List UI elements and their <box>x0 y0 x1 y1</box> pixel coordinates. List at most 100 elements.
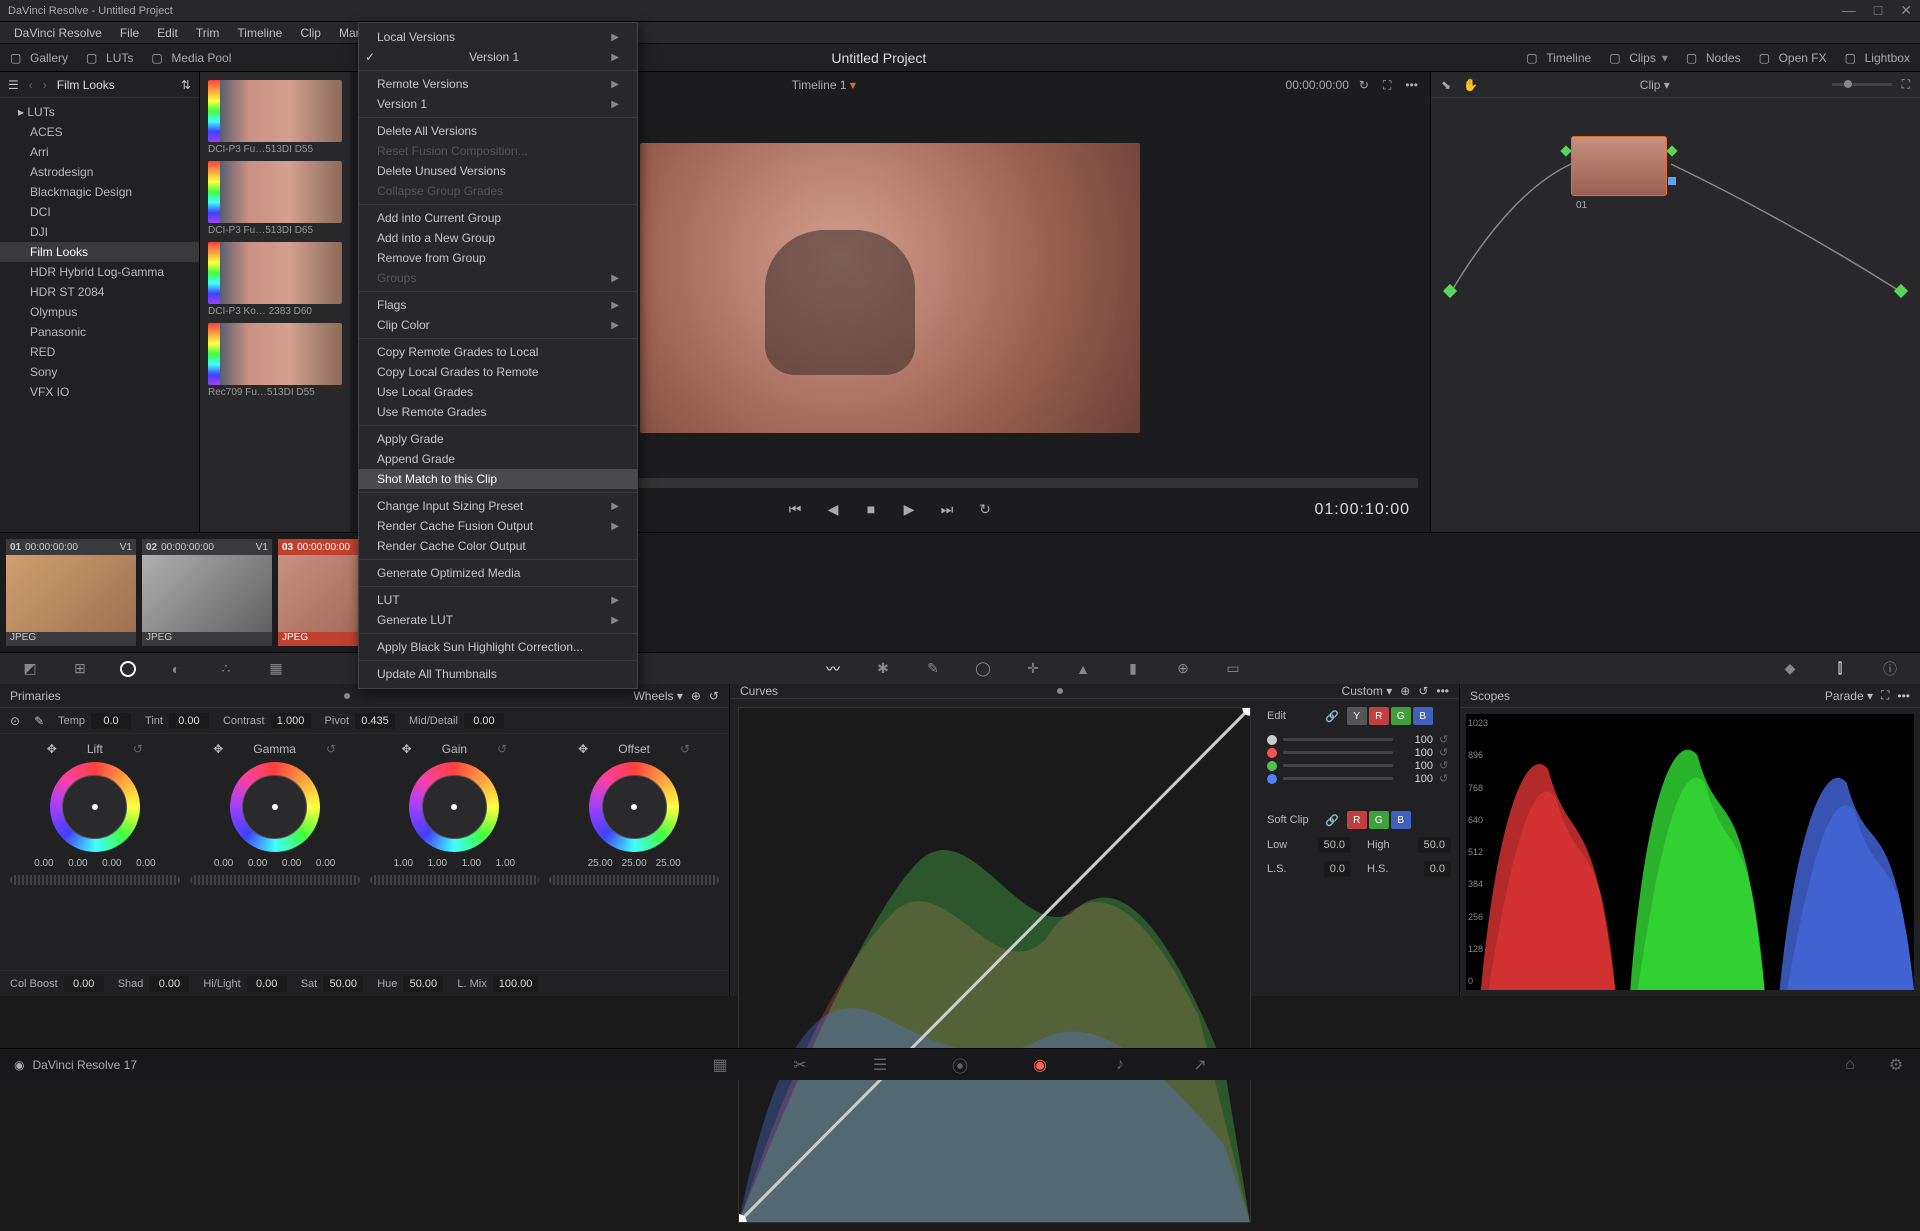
blur-icon[interactable]: ▮ <box>1123 659 1143 679</box>
play-icon[interactable]: ▶ <box>900 501 918 519</box>
ctx-append-grade[interactable]: Append Grade <box>359 449 637 469</box>
clips-button[interactable]: ▢Clips▾ <box>1609 51 1668 65</box>
close-icon[interactable]: ✕ <box>1900 2 1912 19</box>
sc-channel-r[interactable]: R <box>1347 811 1367 829</box>
ctx-use-local-grades[interactable]: Use Local Grades <box>359 382 637 402</box>
intensity-slider[interactable]: 100↺ <box>1267 733 1451 746</box>
channel-b[interactable]: B <box>1413 707 1433 725</box>
ctx-version-1[interactable]: Version 1▶ <box>359 94 637 114</box>
menu-trim[interactable]: Trim <box>188 24 228 42</box>
ctx-remove-from-group[interactable]: Remove from Group <box>359 248 637 268</box>
picker-icon[interactable]: ✥ <box>402 742 412 756</box>
lut-folder[interactable]: Olympus <box>0 302 199 322</box>
color-wheel[interactable] <box>589 762 679 852</box>
ctx-apply-grade[interactable]: Apply Grade <box>359 429 637 449</box>
luts-button[interactable]: ▢LUTs <box>86 51 133 65</box>
color-match-icon[interactable]: ⊞ <box>70 659 90 679</box>
jog-wheel[interactable] <box>10 875 180 885</box>
lut-folder[interactable]: VFX IO <box>0 382 199 402</box>
ctx-shot-match-to-this-clip[interactable]: Shot Match to this Clip <box>359 469 637 489</box>
channel-y[interactable]: Y <box>1347 707 1367 725</box>
lut-folder[interactable]: DCI <box>0 202 199 222</box>
color-wheel[interactable] <box>50 762 140 852</box>
expand-icon[interactable]: ⊕ <box>691 689 701 703</box>
timeline-button[interactable]: ▢Timeline <box>1526 51 1591 65</box>
color-wheel[interactable] <box>230 762 320 852</box>
ctx-delete-unused-versions[interactable]: Delete Unused Versions <box>359 161 637 181</box>
home-icon[interactable]: ⌂ <box>1840 1055 1860 1075</box>
field-contrast[interactable]: Contrast1.000 <box>223 713 311 729</box>
field-pivot[interactable]: Pivot0.435 <box>325 713 395 729</box>
timecode-large[interactable]: 01:00:10:00 <box>1314 501 1410 519</box>
channel-g[interactable]: G <box>1391 707 1411 725</box>
intensity-slider[interactable]: 100↺ <box>1267 772 1451 785</box>
scopes-mode[interactable]: Parade ▾ <box>1825 689 1873 703</box>
lut-thumb[interactable]: Rec709 Fu…513DI D55 <box>208 323 342 398</box>
lut-folder[interactable]: DJI <box>0 222 199 242</box>
lut-folder[interactable]: Blackmagic Design <box>0 182 199 202</box>
ls-value[interactable]: 0.0 <box>1324 861 1351 877</box>
menu-file[interactable]: File <box>112 24 147 42</box>
media-page-icon[interactable]: ▦ <box>710 1055 730 1075</box>
lut-thumb[interactable]: DCI-P3 Fu…513DI D55 <box>208 80 342 155</box>
reset-icon[interactable]: ↺ <box>497 742 507 756</box>
ctx-render-cache-fusion-output[interactable]: Render Cache Fusion Output▶ <box>359 516 637 536</box>
link-icon[interactable]: 🔗 <box>1325 710 1339 723</box>
color-warper-icon[interactable]: ✱ <box>873 659 893 679</box>
media-pool-button[interactable]: ▢Media Pool <box>151 51 231 65</box>
cut-page-icon[interactable]: ✂ <box>790 1055 810 1075</box>
awb-icon[interactable]: ✎ <box>34 714 44 728</box>
menu-edit[interactable]: Edit <box>149 24 186 42</box>
field-sat[interactable]: Sat50.00 <box>301 976 364 992</box>
key-icon[interactable]: ⊕ <box>1173 659 1193 679</box>
primaries-wheels-icon[interactable] <box>120 661 136 677</box>
node-01[interactable]: 01 <box>1571 136 1667 196</box>
lut-folder[interactable]: Sony <box>0 362 199 382</box>
lut-thumb[interactable]: DCI-P3 Ko… 2383 D60 <box>208 242 342 317</box>
step-back-icon[interactable]: ◀ <box>824 501 842 519</box>
sort-icon[interactable]: ⇅ <box>181 78 191 92</box>
openfx-button[interactable]: ▢Open FX <box>1759 51 1827 65</box>
field-hilight[interactable]: Hi/Light0.00 <box>203 976 286 992</box>
gallery-button[interactable]: ▢Gallery <box>10 51 68 65</box>
loop-icon[interactable]: ↻ <box>1359 78 1369 92</box>
jog-wheel[interactable] <box>190 875 360 885</box>
reset-icon[interactable]: ↺ <box>326 742 336 756</box>
minimize-icon[interactable]: — <box>1842 2 1856 19</box>
back-icon[interactable]: ‹ <box>29 78 33 92</box>
high-value[interactable]: 50.0 <box>1418 837 1451 853</box>
lut-thumb[interactable]: DCI-P3 Fu…513DI D65 <box>208 161 342 236</box>
reset-icon[interactable]: ↺ <box>133 742 143 756</box>
hdr-icon[interactable]: ◐ <box>166 659 186 679</box>
menu-timeline[interactable]: Timeline <box>229 24 290 42</box>
intensity-slider[interactable]: 100↺ <box>1267 759 1451 772</box>
hs-value[interactable]: 0.0 <box>1424 861 1451 877</box>
options-icon[interactable]: ••• <box>1897 689 1910 703</box>
tracking-icon[interactable]: ✛ <box>1023 659 1043 679</box>
lut-folder[interactable]: Astrodesign <box>0 162 199 182</box>
rgb-mixer-icon[interactable]: ∴ <box>216 659 236 679</box>
scopes-toggle-icon[interactable]: ⫿ <box>1830 659 1850 679</box>
ctx-render-cache-color-output[interactable]: Render Cache Color Output <box>359 536 637 556</box>
primaries-mode[interactable]: Wheels ▾ <box>633 689 682 703</box>
reset-icon[interactable]: ↺ <box>680 742 690 756</box>
field-lmix[interactable]: L. Mix100.00 <box>457 976 538 992</box>
field-temp[interactable]: Temp0.0 <box>58 713 131 729</box>
maximize-icon[interactable]: □ <box>1874 2 1882 19</box>
ctx-use-remote-grades[interactable]: Use Remote Grades <box>359 402 637 422</box>
window-icon[interactable]: ◯ <box>973 659 993 679</box>
camera-raw-icon[interactable]: ◩ <box>20 659 40 679</box>
motion-effects-icon[interactable]: ▦ <box>266 659 286 679</box>
options-icon[interactable]: ••• <box>1436 684 1449 698</box>
stop-icon[interactable]: ■ <box>862 501 880 519</box>
color-wheel[interactable] <box>409 762 499 852</box>
ctx-clip-color[interactable]: Clip Color▶ <box>359 315 637 335</box>
expand-icon[interactable]: ⛶ <box>1383 78 1391 93</box>
fusion-page-icon[interactable]: ⦿ <box>950 1055 970 1075</box>
reset-icon[interactable]: ↺ <box>709 689 719 703</box>
clip-thumb[interactable]: 02 00:00:00:00 V1JPEG <box>142 539 272 646</box>
ctx-remote-versions[interactable]: Remote Versions▶ <box>359 74 637 94</box>
color-page-icon[interactable]: ◉ <box>1030 1055 1050 1075</box>
project-settings-icon[interactable]: ⚙ <box>1886 1055 1906 1075</box>
field-colboost[interactable]: Col Boost0.00 <box>10 976 104 992</box>
